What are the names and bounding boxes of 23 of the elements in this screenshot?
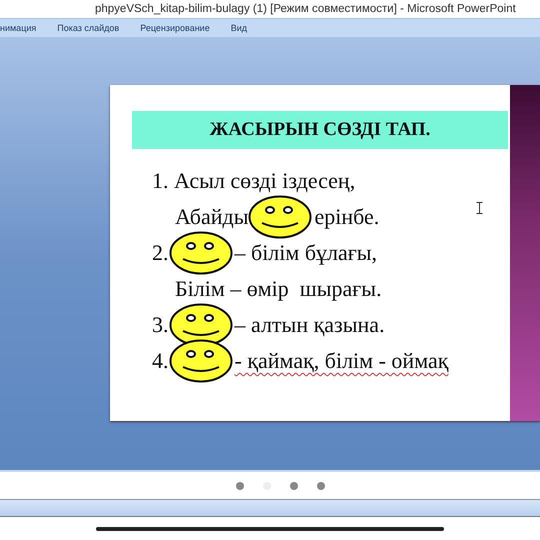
slide-text: - қаймақ, білім - оймақ bbox=[234, 348, 448, 374]
smiley-icon bbox=[248, 195, 312, 239]
text-cursor-icon bbox=[476, 202, 483, 214]
ribbon-tab[interactable]: нимация bbox=[0, 23, 36, 33]
page-dot[interactable] bbox=[236, 482, 244, 490]
slide-text: 2. bbox=[152, 240, 168, 266]
page-dot[interactable] bbox=[316, 482, 324, 490]
slide-text: 3. bbox=[152, 312, 168, 338]
slide-text: Білім – өмір шырағы. bbox=[175, 276, 382, 302]
slide-text: – алтын қазына. bbox=[234, 312, 385, 338]
slide-text: – білім бұлағы, bbox=[234, 240, 378, 266]
ribbon-tab[interactable]: Показ слайдов bbox=[57, 23, 120, 33]
slide-text: Абайды bbox=[175, 204, 248, 230]
slide-text: 1. Асыл сөзді іздесең, bbox=[152, 168, 356, 194]
smiley-icon bbox=[168, 231, 232, 275]
slide-heading: ЖАСЫРЫН СӨЗДІ ТАП. bbox=[132, 111, 508, 149]
ribbon-tab[interactable]: Вид bbox=[230, 23, 248, 33]
slide-text: 4. bbox=[152, 348, 168, 374]
smiley-icon bbox=[168, 339, 232, 383]
ribbon-tab[interactable]: Рецензирование bbox=[140, 23, 210, 33]
window-title: phpyeVSch_kitap-bilim-bulagy (1) [Режим совместимости] - Microsoft PowerPoint bbox=[95, 3, 516, 15]
page-dot[interactable] bbox=[290, 482, 298, 490]
slide-text: ерінбе. bbox=[314, 204, 380, 230]
